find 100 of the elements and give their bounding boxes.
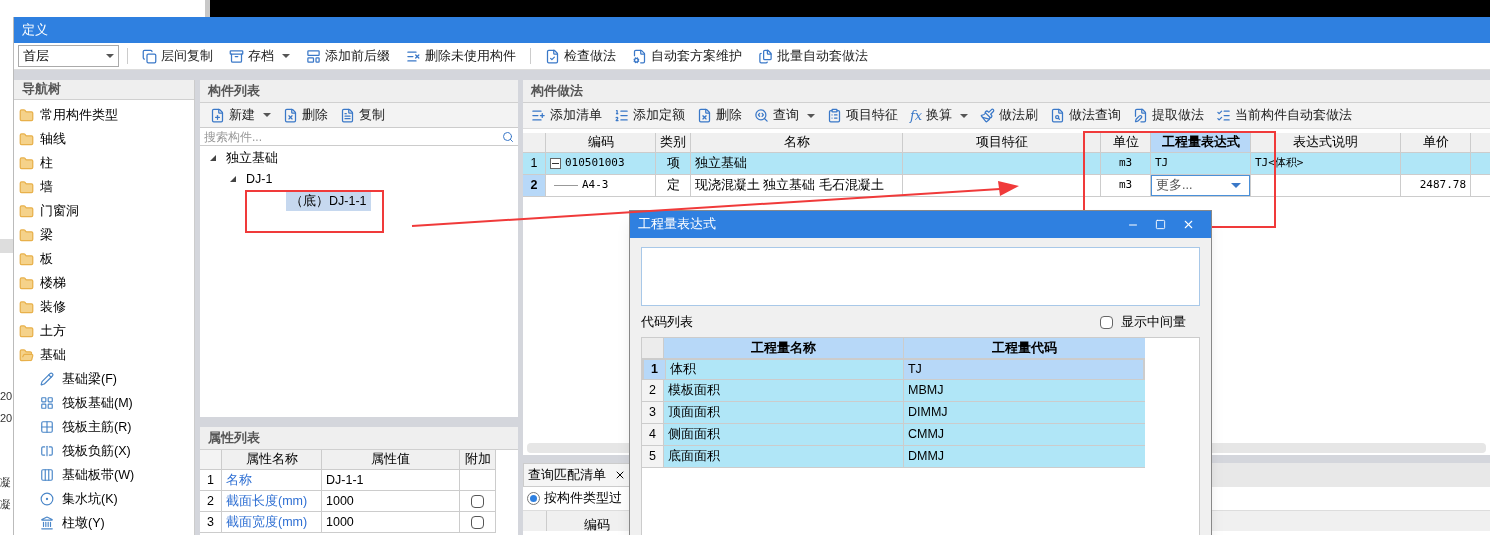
- table-cell: 底面面积: [664, 446, 904, 467]
- nav-tree-item[interactable]: 楼梯: [14, 271, 194, 295]
- document-edit-icon: [1133, 108, 1149, 123]
- nav-tree-item[interactable]: 梁: [14, 223, 194, 247]
- toolbar-button[interactable]: 删除: [277, 104, 334, 126]
- code-row[interactable]: 3 顶面面积 DIMMJ: [642, 402, 1145, 424]
- method-row[interactable]: 2 A4-3 定 现浇混凝土 独立基础 毛石混凝土 m3 更多... 2487.78: [523, 175, 1490, 197]
- toolbar-button[interactable]: 添加定额: [608, 104, 691, 127]
- table-cell: 模板面积: [664, 380, 904, 401]
- row-number: 2: [523, 175, 546, 196]
- list-delete-icon: [406, 48, 421, 64]
- table-cell: TJ<体积>: [1255, 155, 1304, 172]
- tree-node[interactable]: （底）DJ-1-1: [286, 190, 371, 211]
- nav-tree-item[interactable]: 基础: [14, 343, 194, 367]
- toolbar-button[interactable]: 做法刷: [974, 104, 1045, 127]
- nav-tree-item[interactable]: 筏板基础(M): [14, 391, 194, 415]
- toolbar-button[interactable]: 删除: [691, 104, 748, 127]
- checkbox[interactable]: [1100, 315, 1113, 329]
- row-number: 5: [642, 446, 664, 467]
- row-number: 3: [200, 512, 222, 533]
- toolbar-button[interactable]: 添加清单: [525, 104, 608, 127]
- code-row[interactable]: 1 体积 TJ: [642, 358, 1145, 380]
- toolbar-button[interactable]: fx 换算: [904, 104, 975, 127]
- code-row[interactable]: 4 侧面面积 CMMJ: [642, 424, 1145, 446]
- toolbar-button[interactable]: 做法查询: [1044, 104, 1128, 127]
- toolbar-button[interactable]: 检查做法: [539, 45, 622, 67]
- toolbar-button[interactable]: 查询: [748, 104, 821, 127]
- toolbar-button[interactable]: 项目特征: [821, 104, 904, 127]
- document-delete-icon: [283, 107, 298, 123]
- toolbar-button[interactable]: 删除未使用构件: [400, 45, 522, 67]
- nav-tree-item[interactable]: 集水坑(K): [14, 487, 194, 511]
- row-number: 1: [644, 360, 666, 379]
- nav-tree-item[interactable]: 基础板带(W): [14, 463, 194, 487]
- radio-button[interactable]: [527, 492, 540, 505]
- table-cell: 体积: [665, 360, 904, 379]
- property-value: 1000: [322, 491, 460, 512]
- code-row[interactable]: 5 底面面积 DMMJ: [642, 446, 1145, 468]
- property-name: 名称: [222, 470, 322, 491]
- table-cell: m3: [1101, 153, 1151, 174]
- toolbar-button[interactable]: 存档: [223, 45, 296, 67]
- window-edge: [205, 0, 210, 17]
- table-cell: 侧面面积: [664, 424, 904, 445]
- column-header: 工程量表达式: [1151, 133, 1251, 152]
- property-name: 截面长度(mm): [222, 491, 322, 512]
- nav-tree-item[interactable]: 筏板主筋(R): [14, 415, 194, 439]
- checkbox-label: 显示中间量: [1121, 313, 1186, 331]
- nav-tree-item[interactable]: 墙: [14, 175, 194, 199]
- expanded-triangle-icon[interactable]: [230, 175, 236, 182]
- expanded-triangle-icon[interactable]: [210, 154, 216, 161]
- toolbar-button[interactable]: 添加前后缀: [300, 45, 396, 67]
- dropdown-caret-icon: [1231, 183, 1241, 188]
- new-document-icon: [210, 107, 225, 123]
- expression-dropdown[interactable]: 更多...: [1151, 175, 1250, 196]
- search-icon: [502, 130, 514, 143]
- toolbar-button[interactable]: 自动套方案维护: [626, 45, 748, 67]
- nav-tree-item[interactable]: 筏板负筋(X): [14, 439, 194, 463]
- column-header: 名称: [691, 133, 903, 152]
- nav-tree-item[interactable]: 板: [14, 247, 194, 271]
- nav-tree-item[interactable]: 门窗洞: [14, 199, 194, 223]
- list-check-icon: [1216, 108, 1232, 123]
- query-tab[interactable]: 查询匹配清单: [523, 463, 631, 487]
- column-header: 单价: [1401, 133, 1471, 152]
- toolbar-button[interactable]: 复制: [334, 104, 391, 126]
- toolbar-button[interactable]: 提取做法: [1127, 104, 1211, 127]
- checkbox[interactable]: [471, 515, 484, 529]
- tree-node[interactable]: DJ-1: [242, 170, 277, 189]
- nav-tree-item[interactable]: 基础梁(F): [14, 367, 194, 391]
- floor-select[interactable]: 首层: [18, 45, 119, 67]
- toolbar-button[interactable]: 批量自动套做法: [752, 45, 874, 67]
- radio-label: 按构件类型过: [544, 490, 622, 508]
- expression-input[interactable]: [641, 247, 1200, 306]
- code-row[interactable]: 2 模板面积 MBMJ: [642, 380, 1145, 402]
- table-cell: 2487.78: [1419, 177, 1466, 194]
- nav-tree-item[interactable]: 土方: [14, 319, 194, 343]
- checkbox[interactable]: [471, 494, 484, 508]
- toolbar-button[interactable]: 层间复制: [136, 45, 219, 67]
- toolbar-button[interactable]: 新建: [204, 104, 277, 126]
- nav-tree-item[interactable]: 常用构件类型: [14, 103, 194, 127]
- table-cell: 顶面面积: [664, 402, 904, 423]
- cut-text: 20: [0, 388, 13, 404]
- method-row[interactable]: 1 010501003 项 独立基础 m3 TJ TJ<体积>: [523, 153, 1490, 175]
- collapse-icon[interactable]: [550, 158, 561, 169]
- document-check-icon: [545, 48, 560, 64]
- nav-tree-item[interactable]: 柱: [14, 151, 194, 175]
- toolbar-button[interactable]: 当前构件自动套做法: [1210, 104, 1359, 127]
- tree-node[interactable]: 独立基础: [222, 149, 282, 168]
- cut-text: 凝: [0, 496, 11, 512]
- document-gear-icon: [632, 48, 647, 64]
- columns-icon: [40, 468, 54, 482]
- search-icon: [754, 108, 769, 123]
- nav-tree-item[interactable]: 装修: [14, 295, 194, 319]
- panel-header: 属性列表: [200, 427, 518, 450]
- nav-tree-item[interactable]: 轴线: [14, 127, 194, 151]
- nav-tree-item[interactable]: 柱墩(Y): [14, 511, 194, 535]
- property-value: DJ-1-1: [322, 470, 460, 491]
- row-number: 1: [200, 470, 222, 491]
- maximize-icon[interactable]: [1155, 219, 1166, 230]
- close-icon[interactable]: [614, 469, 626, 481]
- clipboard-icon: [827, 108, 842, 123]
- table-cell-text: MBMJ: [907, 382, 945, 400]
